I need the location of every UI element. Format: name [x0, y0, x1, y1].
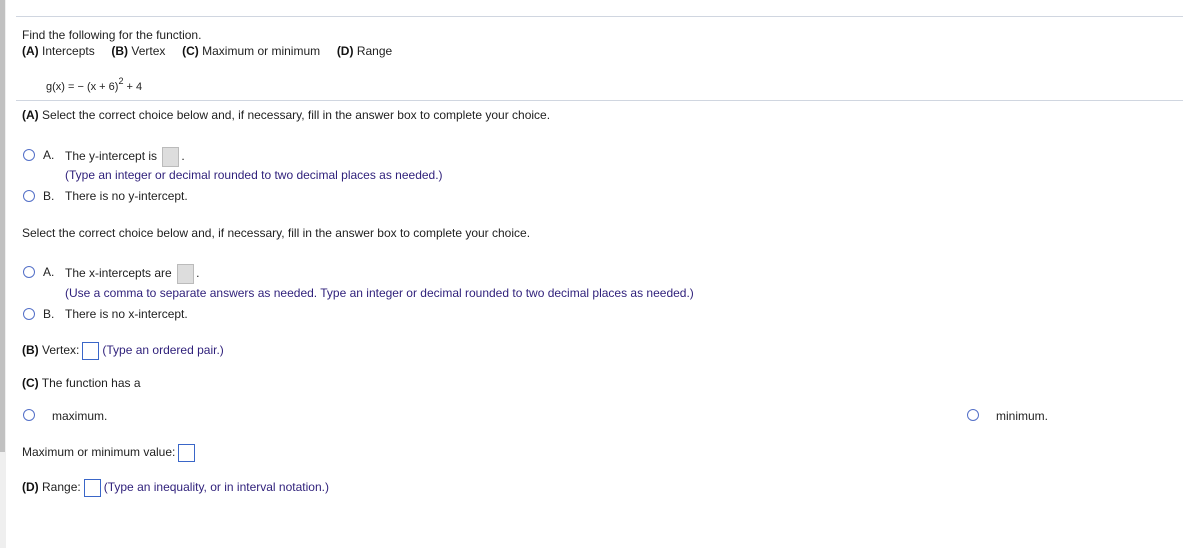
y-choice-a-radio[interactable]: [23, 149, 35, 161]
part-d-label: Range: [356, 44, 393, 58]
part-d-prefix: (D): [22, 480, 39, 495]
y-hint: (Type an integer or decimal rounded to t…: [65, 168, 443, 182]
part-b-label: Vertex: [131, 44, 166, 58]
range-label: Range:: [42, 480, 81, 495]
scrollbar-thumb[interactable]: [0, 0, 5, 452]
x-choice-b-letter: B.: [43, 307, 55, 321]
x-choice-a-text: The x-intercepts are: [65, 266, 172, 281]
part-d-tag: (D): [336, 44, 354, 58]
part-b-prefix: (B): [22, 343, 39, 358]
minimum-label: minimum.: [996, 409, 1049, 423]
x-choice-a-radio[interactable]: [23, 266, 35, 278]
part-c-prefix: (C): [22, 376, 39, 390]
part-a-instruction: (A) Select the correct choice below and,…: [22, 108, 550, 122]
y-choice-a: The y-intercept is .: [65, 147, 185, 167]
minimum-radio[interactable]: [967, 409, 979, 421]
part-c-label: Maximum or minimum: [202, 44, 321, 58]
y-choice-b-text: There is no y-intercept.: [65, 189, 188, 203]
y-choice-a-text: The y-intercept is: [65, 149, 158, 164]
maximum-radio[interactable]: [23, 409, 35, 421]
x-choice-b-radio[interactable]: [23, 308, 35, 320]
part-c-tag: (C): [182, 44, 199, 58]
range-hint: (Type an inequality, or in interval nota…: [103, 480, 329, 495]
part-b-tag: (B): [111, 44, 129, 58]
extreme-value-input[interactable]: [178, 444, 196, 462]
x-choice-a: The x-intercepts are .: [65, 264, 199, 284]
instruction-text: Select the correct choice below and, if …: [42, 108, 551, 122]
y-choice-b-radio[interactable]: [23, 190, 35, 202]
extreme-value-row: Maximum or minimum value:: [22, 444, 198, 462]
vertex-row: (B) Vertex: (Type an ordered pair.): [22, 342, 224, 360]
range-row: (D) Range: (Type an inequality, or in int…: [22, 479, 329, 497]
scrollbar-track[interactable]: [0, 0, 6, 548]
x-instruction: Select the correct choice below and, if …: [22, 226, 531, 240]
function-rhs: + 4: [126, 81, 143, 93]
y-choice-b-letter: B.: [43, 189, 55, 203]
part-a-label: Intercepts: [42, 44, 95, 58]
divider: [16, 100, 1183, 101]
range-input[interactable]: [83, 479, 101, 497]
x-choice-b-text: There is no x-intercept.: [65, 307, 188, 321]
part-c-label: The function has a: [41, 376, 141, 390]
part-c-row: (C) The function has a: [22, 376, 141, 390]
x-intercepts-input[interactable]: [177, 264, 195, 284]
extreme-value-label: Maximum or minimum value:: [22, 445, 176, 460]
y-choice-a-letter: A.: [43, 148, 55, 162]
maximum-label: maximum.: [52, 409, 108, 423]
function-exponent: 2: [118, 76, 124, 86]
x-choice-a-letter: A.: [43, 265, 55, 279]
vertex-label: Vertex:: [42, 343, 80, 358]
x-hint: (Use a comma to separate answers as need…: [65, 286, 694, 300]
part-a-tag: (A): [22, 44, 39, 58]
function-lhs: g(x) = − (x + 6): [46, 81, 119, 93]
intro-text: Find the following for the function.: [22, 28, 202, 42]
y-intercept-input[interactable]: [162, 147, 180, 167]
vertex-hint: (Type an ordered pair.): [102, 343, 224, 358]
function-expression: g(x) = − (x + 6)2 + 4: [46, 76, 142, 93]
divider: [16, 16, 1183, 17]
vertex-input[interactable]: [82, 342, 100, 360]
part-a-prefix: (A): [22, 108, 39, 122]
parts-list: (A) Intercepts (B) Vertex (C) Maximum or…: [22, 44, 392, 58]
